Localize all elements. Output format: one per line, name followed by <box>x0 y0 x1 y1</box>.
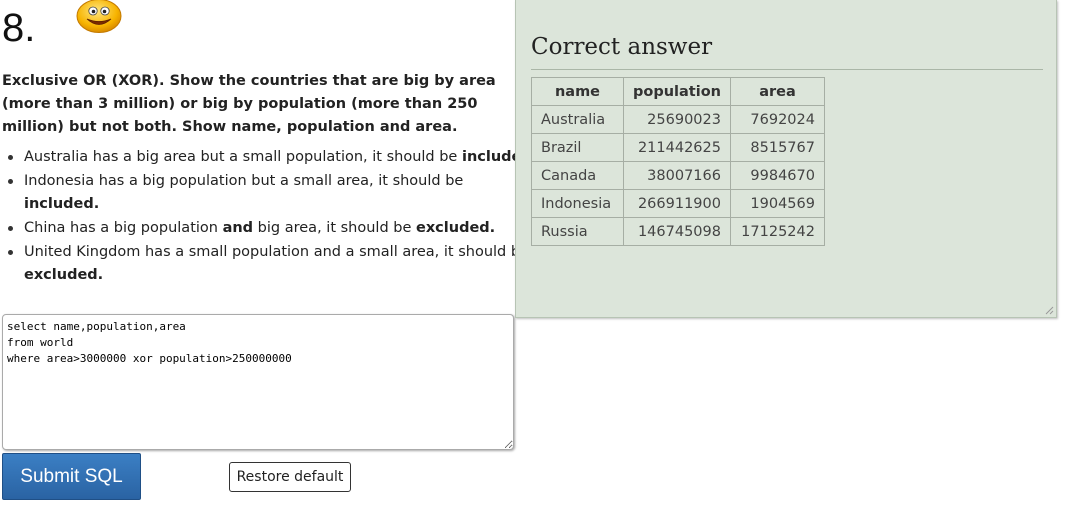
divider <box>531 69 1043 70</box>
table-row: Russia 146745098 17125242 <box>531 217 825 246</box>
submit-sql-button[interactable]: Submit SQL <box>2 453 141 500</box>
cell-area: 8515767 <box>729 133 825 162</box>
cell-population: 146745098 <box>623 217 731 246</box>
hint-item: China has a big population and big area,… <box>8 217 538 240</box>
cell-area: 7692024 <box>729 105 825 134</box>
cell-name: Brazil <box>531 133 624 162</box>
hint-item: Australia has a big area but a small pop… <box>8 146 538 169</box>
table-row: Australia 25690023 7692024 <box>531 105 825 134</box>
cell-name: Indonesia <box>531 189 624 218</box>
column-header-name: name <box>531 77 624 106</box>
smiley-face-icon <box>76 0 122 33</box>
table-header-row: name population area <box>531 77 825 106</box>
cell-population: 25690023 <box>623 105 731 134</box>
table-row: Indonesia 266911900 1904569 <box>531 189 825 218</box>
cell-area: 17125242 <box>729 217 825 246</box>
table-row: Canada 38007166 9984670 <box>531 161 825 190</box>
table-row: Brazil 211442625 8515767 <box>531 133 825 162</box>
hint-item: United Kingdom has a small population an… <box>8 241 538 287</box>
hint-item: Indonesia has a big population but a sma… <box>8 170 538 216</box>
column-header-area: area <box>729 77 825 106</box>
question-number: 8. <box>2 6 36 50</box>
restore-default-button[interactable]: Restore default <box>229 462 351 492</box>
cell-name: Russia <box>531 217 624 246</box>
resize-grip-icon[interactable] <box>1044 305 1054 315</box>
sql-editor[interactable]: select name,population,area from world w… <box>2 314 514 450</box>
cell-population: 211442625 <box>623 133 731 162</box>
cell-area: 1904569 <box>729 189 825 218</box>
cell-population: 38007166 <box>623 161 731 190</box>
cell-name: Canada <box>531 161 624 190</box>
answer-panel: Correct answer name population area Aust… <box>515 0 1057 318</box>
column-header-population: population <box>623 77 731 106</box>
answer-table: name population area Australia 25690023 … <box>531 77 825 246</box>
answer-title: Correct answer <box>531 34 713 60</box>
hint-list: Australia has a big area but a small pop… <box>0 146 538 288</box>
cell-name: Australia <box>531 105 624 134</box>
cell-area: 9984670 <box>729 161 825 190</box>
cell-population: 266911900 <box>623 189 731 218</box>
question-text: Exclusive OR (XOR). Show the countries t… <box>2 73 496 135</box>
